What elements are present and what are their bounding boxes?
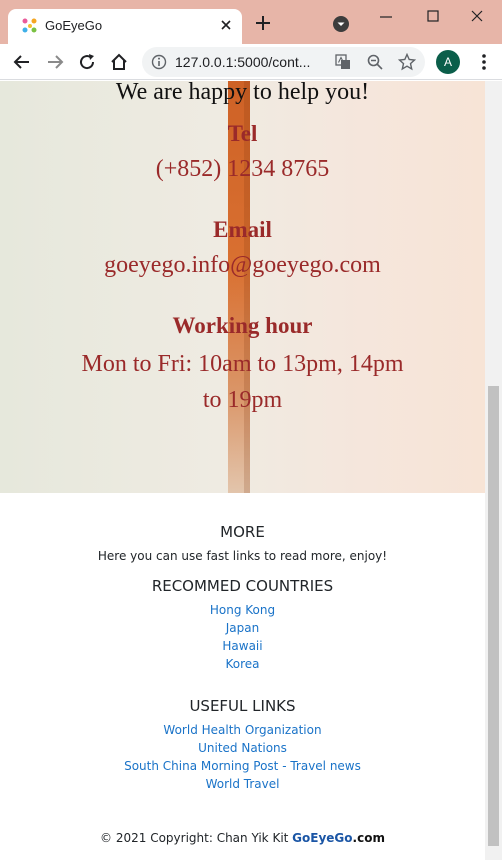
copyright-brand-suffix: .com (352, 831, 385, 845)
site-footer: MORE Here you can use fast links to read… (0, 493, 485, 860)
countries-heading: RECOMMED COUNTRIES (151, 577, 334, 595)
zoom-icon[interactable] (366, 53, 384, 71)
close-tab-icon[interactable] (218, 17, 234, 33)
link-world-travel[interactable]: World Travel (0, 777, 485, 791)
email-heading: Email (213, 217, 272, 242)
country-link-japan[interactable]: Japan (0, 621, 485, 635)
country-link-label[interactable]: Korea (225, 657, 259, 671)
tab-title: GoEyeGo (45, 18, 103, 33)
back-icon[interactable] (12, 52, 32, 72)
bookmark-star-icon[interactable] (398, 53, 416, 71)
copyright-brand-link[interactable]: GoEyeGo (292, 831, 352, 845)
more-menu-icon[interactable] (476, 52, 492, 72)
profile-avatar[interactable]: A (436, 50, 460, 74)
tel-heading: Tel (227, 121, 258, 146)
useful-link-label[interactable]: United Nations (198, 741, 287, 755)
forward-icon[interactable] (45, 52, 65, 72)
country-link-korea[interactable]: Korea (0, 657, 485, 671)
translate-icon[interactable] (334, 53, 352, 71)
working-hour-line-1: Mon to Fri: 10am to 13pm, 14pm (81, 351, 404, 377)
page-scrollbar[interactable] (485, 81, 502, 860)
country-link-label[interactable]: Hong Kong (210, 603, 275, 617)
useful-links-heading: USEFUL LINKS (189, 697, 296, 715)
new-tab-icon[interactable] (254, 14, 272, 32)
tab-strip: GoEyeGo (0, 0, 502, 44)
country-link-hawaii[interactable]: Hawaii (0, 639, 485, 653)
page-viewport: We are happy to help you! Tel (+852) 123… (0, 81, 485, 860)
goeyego-favicon-icon (22, 18, 37, 33)
link-scmp-travel-news[interactable]: South China Morning Post - Travel news (0, 759, 485, 773)
url-text: 127.0.0.1:5000/cont... (175, 54, 311, 70)
tel-value: (+852) 1234 8765 (155, 156, 330, 182)
useful-link-label[interactable]: South China Morning Post - Travel news (124, 759, 361, 773)
country-link-label[interactable]: Japan (226, 621, 259, 635)
link-united-nations[interactable]: United Nations (0, 741, 485, 755)
site-info-icon[interactable] (151, 54, 167, 70)
copyright: © 2021 Copyright: Chan Yik Kit GoEyeGo.c… (0, 831, 485, 845)
intro-text: We are happy to help you! (115, 81, 370, 105)
working-hour-line-2: to 19pm (202, 387, 283, 413)
more-heading: MORE (220, 523, 265, 541)
browser-tab[interactable]: GoEyeGo (8, 9, 242, 44)
country-link-label[interactable]: Hawaii (222, 639, 262, 653)
copyright-prefix: © 2021 Copyright: Chan Yik Kit (100, 831, 293, 845)
useful-link-label[interactable]: World Health Organization (163, 723, 321, 737)
scrollbar-thumb[interactable] (488, 386, 499, 846)
country-link-hong-kong[interactable]: Hong Kong (0, 603, 485, 617)
home-icon[interactable] (109, 52, 129, 72)
reload-icon[interactable] (77, 52, 97, 72)
working-hour-heading: Working hour (172, 313, 313, 338)
more-description: Here you can use fast links to read more… (97, 549, 388, 563)
address-bar[interactable]: 127.0.0.1:5000/cont... (142, 47, 425, 77)
contact-hero: We are happy to help you! Tel (+852) 123… (0, 81, 485, 493)
maximize-icon[interactable] (423, 8, 443, 24)
tab-search-icon[interactable] (332, 15, 350, 33)
browser-toolbar: 127.0.0.1:5000/cont... A (0, 44, 502, 80)
window-close-icon[interactable] (467, 8, 487, 24)
useful-link-label[interactable]: World Travel (206, 777, 280, 791)
minimize-icon[interactable] (376, 10, 396, 24)
email-value: goeyego.info@goeyego.com (104, 252, 381, 278)
link-world-health-organization[interactable]: World Health Organization (0, 723, 485, 737)
